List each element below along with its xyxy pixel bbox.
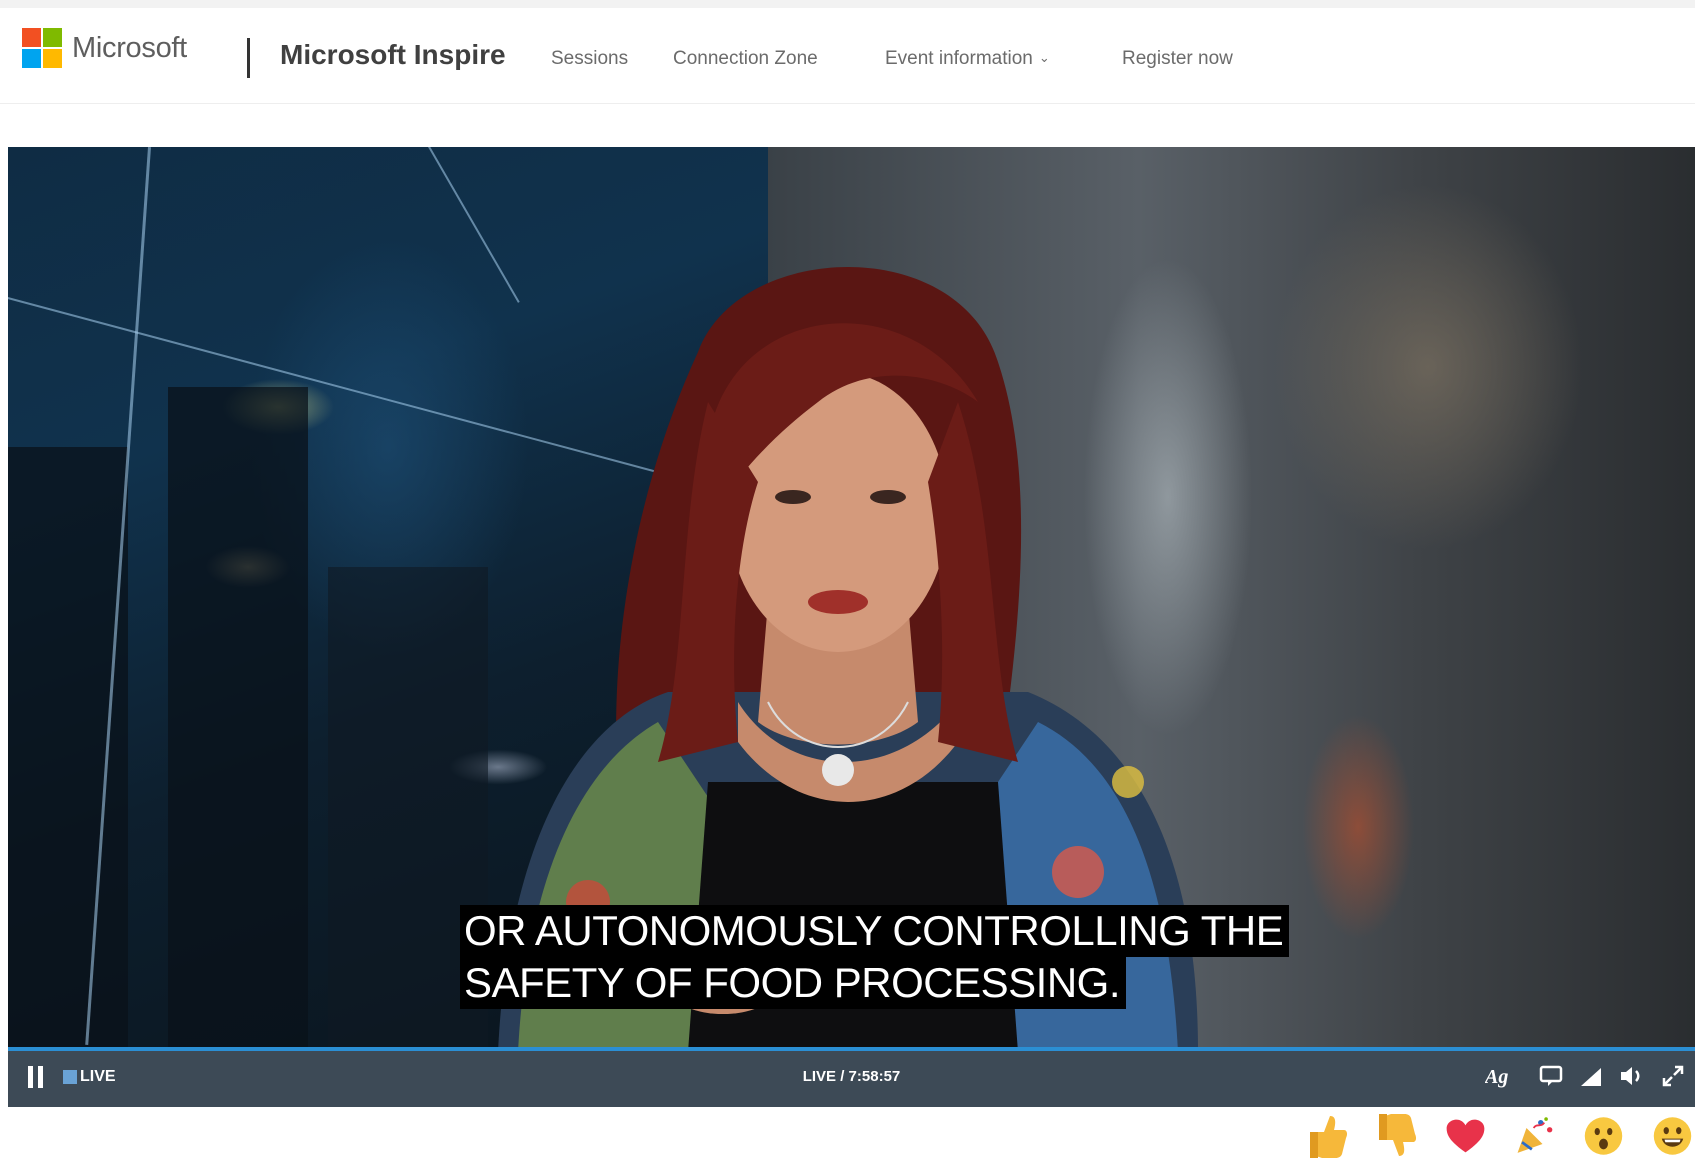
chevron-down-icon: ⌄ — [1038, 50, 1050, 65]
surprised-face-icon[interactable] — [1583, 1115, 1624, 1156]
microsoft-logo-icon — [22, 28, 62, 68]
quality-icon[interactable] — [1579, 1064, 1603, 1093]
nav-register-now[interactable]: Register now — [1122, 48, 1233, 70]
nav-event-information[interactable]: Event information ⌄ — [885, 48, 1050, 70]
thumbs-down-icon[interactable] — [1376, 1113, 1417, 1156]
volume-icon[interactable] — [1619, 1064, 1645, 1093]
site-title[interactable]: Microsoft Inspire — [280, 39, 506, 71]
brand-name: Microsoft — [72, 31, 187, 64]
party-popper-icon[interactable] — [1514, 1115, 1555, 1156]
closed-captions: OR AUTONOMOUSLY CONTROLLING THE SAFETY O… — [460, 905, 1290, 1009]
nav-connection-zone[interactable]: Connection Zone — [673, 48, 818, 70]
heart-icon[interactable] — [1445, 1115, 1486, 1156]
smiling-face-icon[interactable] — [1652, 1115, 1693, 1156]
svg-text:Ag: Ag — [1485, 1066, 1508, 1088]
language-icon[interactable]: Ag — [1483, 1063, 1523, 1094]
video-player[interactable]: OR AUTONOMOUSLY CONTROLLING THE SAFETY O… — [8, 147, 1695, 1047]
caption-line: OR AUTONOMOUSLY CONTROLLING THE — [460, 905, 1290, 957]
timecode: LIVE / 7:58:57 — [802, 1068, 901, 1085]
site-header: Microsoft Microsoft Inspire Sessions Con… — [0, 8, 1695, 104]
reaction-bar — [1307, 1113, 1695, 1158]
header-divider — [247, 38, 250, 78]
thumbs-up-icon[interactable] — [1307, 1115, 1348, 1158]
caption-line: SAFETY OF FOOD PROCESSING. — [460, 957, 1126, 1009]
top-edge — [0, 0, 1695, 8]
closed-captions-icon[interactable] — [1539, 1064, 1563, 1093]
player-control-bar: LIVE LIVE / 7:58:57 Ag — [8, 1047, 1695, 1107]
player-right-controls: Ag — [1483, 1063, 1685, 1094]
nav-sessions[interactable]: Sessions — [551, 48, 628, 70]
microsoft-logo[interactable]: Microsoft — [22, 28, 187, 68]
fullscreen-icon[interactable] — [1661, 1064, 1685, 1093]
